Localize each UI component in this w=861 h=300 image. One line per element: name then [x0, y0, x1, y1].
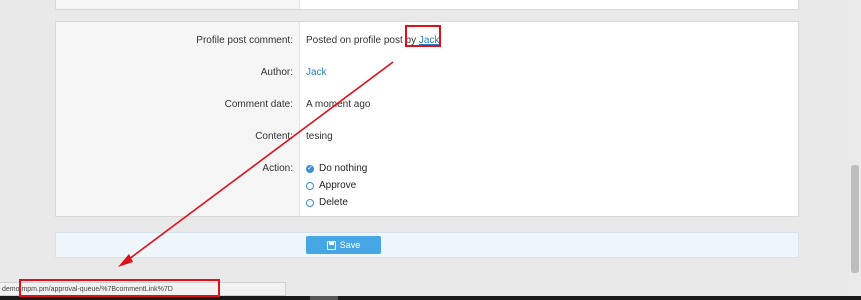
annotation-arrow — [118, 61, 394, 267]
